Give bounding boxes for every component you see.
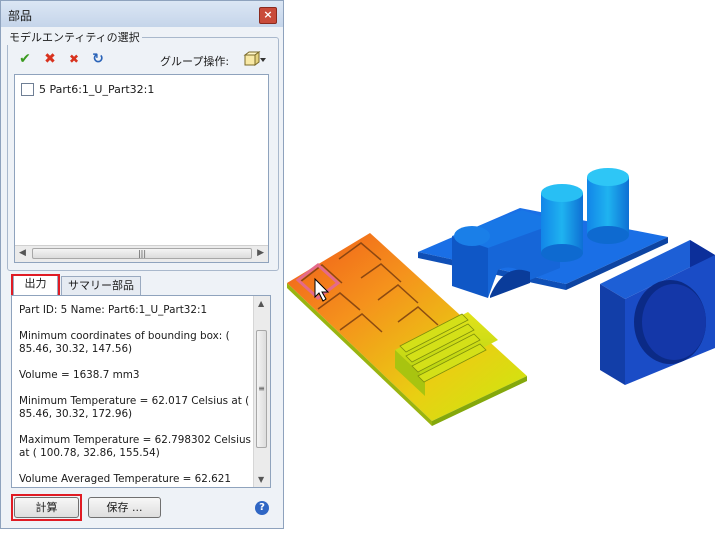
calculate-button-highlight xyxy=(11,494,82,521)
refresh-icon[interactable]: ↻ xyxy=(90,51,106,67)
output-line-part-id: Part ID: 5 Name: Part6:1_U_Part32:1 xyxy=(19,304,208,316)
list-item-label: 5 Part6:1_U_Part32:1 xyxy=(39,83,155,96)
item-checkbox[interactable] xyxy=(21,83,34,96)
horizontal-scroll-thumb[interactable]: ||| xyxy=(32,248,252,259)
help-icon[interactable]: ? xyxy=(255,501,269,515)
remove-all-glyph: ✖ xyxy=(68,52,80,66)
close-button[interactable]: × xyxy=(259,7,277,24)
output-text-area[interactable]: Part ID: 5 Name: Part6:1_U_Part32:1 Mini… xyxy=(11,295,271,488)
tab-output-highlight xyxy=(11,274,60,297)
cylinder-left xyxy=(541,184,583,262)
vertical-scrollbar[interactable]: ▲ ≡ ▼ xyxy=(253,296,270,487)
vertical-scroll-thumb[interactable]: ≡ xyxy=(256,330,267,448)
check-all-glyph: ✔ xyxy=(19,51,31,67)
remove-glyph: ✖ xyxy=(44,51,56,67)
scroll-left-icon[interactable]: ◀ xyxy=(19,248,26,258)
scroll-down-icon[interactable]: ▼ xyxy=(258,475,264,484)
remove-all-icon[interactable]: ✖ xyxy=(66,51,82,67)
cylinder-right xyxy=(587,168,629,244)
model-viewport[interactable] xyxy=(284,0,720,541)
group-operation-label: グループ操作: xyxy=(160,55,230,68)
check-all-icon[interactable]: ✔ xyxy=(17,51,33,67)
parts-panel: 部品 × モデルエンティティの選択 ✔ ✖ ✖ ↻ グループ操作: 5 Part… xyxy=(0,0,284,529)
window-title: 部品 xyxy=(8,9,33,23)
list-item[interactable]: 5 Part6:1_U_Part32:1 xyxy=(21,83,154,96)
scroll-up-icon[interactable]: ▲ xyxy=(258,299,264,308)
entity-list[interactable]: 5 Part6:1_U_Part32:1 ◀ ||| ▶ xyxy=(14,74,269,263)
horizontal-scrollbar[interactable]: ◀ ||| ▶ xyxy=(15,245,268,262)
output-line-avg-temp: Volume Averaged Temperature = 62.621 Cel… xyxy=(19,473,232,487)
title-bar[interactable]: 部品 × xyxy=(1,1,283,27)
output-line-min-temp: Minimum Temperature = 62.017 Celsius at … xyxy=(19,395,250,420)
tab-summary-parts[interactable]: サマリー部品 xyxy=(61,276,141,296)
remove-icon[interactable]: ✖ xyxy=(42,51,58,67)
output-line-volume: Volume = 1638.7 mm3 xyxy=(19,369,140,381)
output-line-bounding-box: Minimum coordinates of bounding box: ( 8… xyxy=(19,330,230,355)
scroll-right-icon[interactable]: ▶ xyxy=(257,248,264,258)
refresh-glyph: ↻ xyxy=(92,51,104,67)
output-line-max-temp: Maximum Temperature = 62.798302 Celsius … xyxy=(19,434,251,459)
group-operation-dropdown-icon[interactable] xyxy=(241,50,267,68)
entity-selection-label: モデルエンティティの選択 xyxy=(7,29,142,45)
output-text: Part ID: 5 Name: Part6:1_U_Part32:1 Mini… xyxy=(19,304,253,487)
save-button[interactable]: 保存 ... xyxy=(88,497,161,518)
